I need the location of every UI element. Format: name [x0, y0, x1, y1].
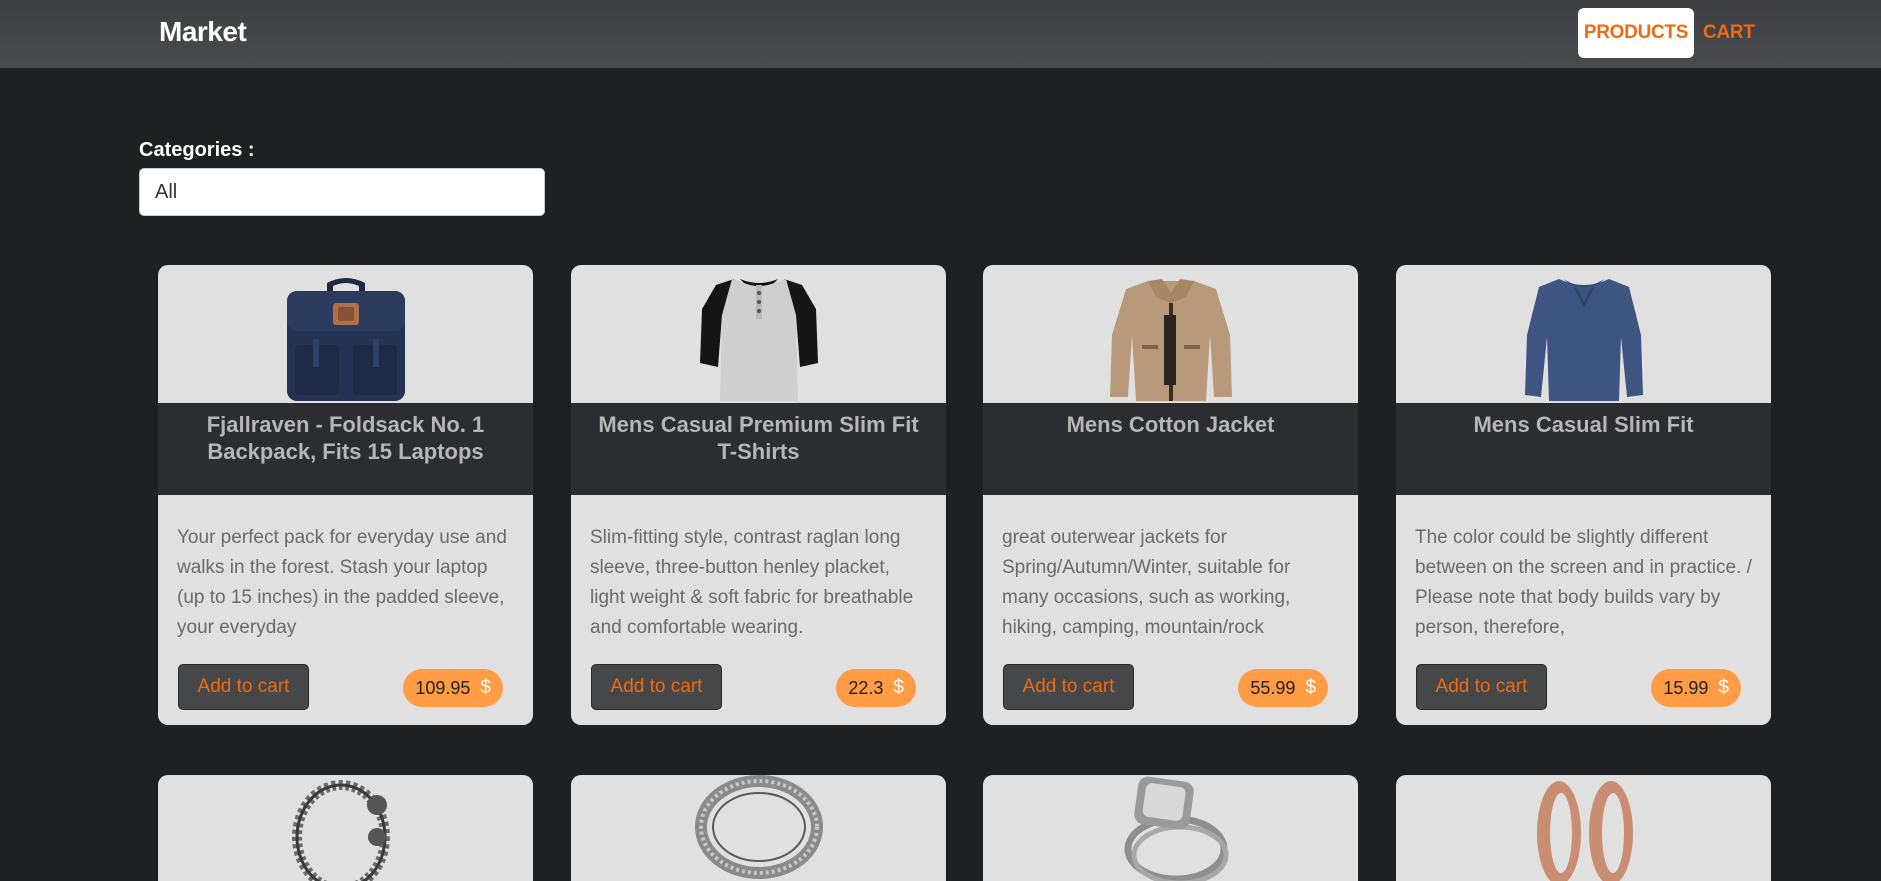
product-description: Slim-fitting style, contrast raglan long…	[590, 527, 914, 638]
price-badge: 109.95 $	[403, 669, 503, 707]
price-badge: 15.99 $	[1651, 669, 1741, 707]
brand-logo[interactable]: Market	[159, 16, 247, 48]
backpack-icon	[286, 278, 405, 401]
diamond-ring-icon	[1124, 776, 1228, 881]
add-to-cart-button[interactable]: Add to cart	[1416, 664, 1547, 710]
product-image	[983, 775, 1358, 881]
nav-products-link[interactable]: PRODUCTS	[1578, 8, 1694, 58]
ring-icon	[694, 775, 823, 879]
add-to-cart-button[interactable]: Add to cart	[178, 664, 309, 710]
currency-symbol: $	[1305, 677, 1316, 698]
price-badge: 55.99 $	[1238, 669, 1328, 707]
product-title-band: Fjallraven - Foldsack No. 1 Backpack, Fi…	[158, 403, 533, 495]
product-title-band: Mens Cotton Jacket	[983, 403, 1358, 495]
product-title[interactable]: Fjallraven - Foldsack No. 1 Backpack, Fi…	[176, 411, 515, 495]
long-sleeve-shirt-icon	[1524, 279, 1643, 401]
currency-symbol: $	[893, 677, 904, 698]
product-description: great outerwear jackets for Spring/Autum…	[1002, 527, 1291, 638]
nav-cart-link[interactable]: CART	[1703, 8, 1755, 58]
product-card	[158, 775, 533, 881]
product-card: Fjallraven - Foldsack No. 1 Backpack, Fi…	[158, 265, 533, 725]
price-value: 22.3	[848, 677, 884, 698]
price-value: 55.99	[1250, 677, 1296, 698]
product-title[interactable]: Mens Casual Premium Slim Fit T-Shirts	[589, 411, 928, 495]
product-image	[158, 775, 533, 881]
product-title[interactable]: Mens Cotton Jacket	[1067, 411, 1275, 495]
product-title-band: Mens Casual Slim Fit	[1396, 403, 1771, 495]
product-card	[571, 775, 946, 881]
top-navbar: Market PRODUCTS CART	[0, 0, 1881, 68]
product-image	[571, 265, 946, 403]
product-image	[1396, 265, 1771, 403]
price-value: 15.99	[1663, 677, 1709, 698]
product-image	[158, 265, 533, 403]
product-image	[571, 775, 946, 881]
bracelet-icon	[291, 780, 390, 881]
product-image	[1396, 775, 1771, 881]
jacket-icon	[1109, 279, 1232, 401]
product-card	[1396, 775, 1771, 881]
tshirt-icon	[699, 279, 818, 401]
add-to-cart-button[interactable]: Add to cart	[1003, 664, 1134, 710]
categories-select[interactable]: All	[139, 168, 545, 216]
price-badge: 22.3 $	[836, 669, 916, 707]
earrings-icon	[1536, 781, 1633, 881]
categories-label: Categories :	[139, 139, 255, 161]
product-card: Mens Casual Slim Fit The color could be …	[1396, 265, 1771, 725]
currency-symbol: $	[1718, 677, 1729, 698]
product-title[interactable]: Mens Casual Slim Fit	[1473, 411, 1693, 495]
add-to-cart-button[interactable]: Add to cart	[591, 664, 722, 710]
product-card: Mens Cotton Jacket great outerwear jacke…	[983, 265, 1358, 725]
product-card	[983, 775, 1358, 881]
product-description: Your perfect pack for everyday use and w…	[177, 527, 507, 638]
product-title-band: Mens Casual Premium Slim Fit T-Shirts	[571, 403, 946, 495]
currency-symbol: $	[480, 677, 491, 698]
product-description: The color could be slightly different be…	[1415, 527, 1752, 638]
product-card: Mens Casual Premium Slim Fit T-Shirts Sl…	[571, 265, 946, 725]
product-image	[983, 265, 1358, 403]
price-value: 109.95	[415, 677, 471, 698]
